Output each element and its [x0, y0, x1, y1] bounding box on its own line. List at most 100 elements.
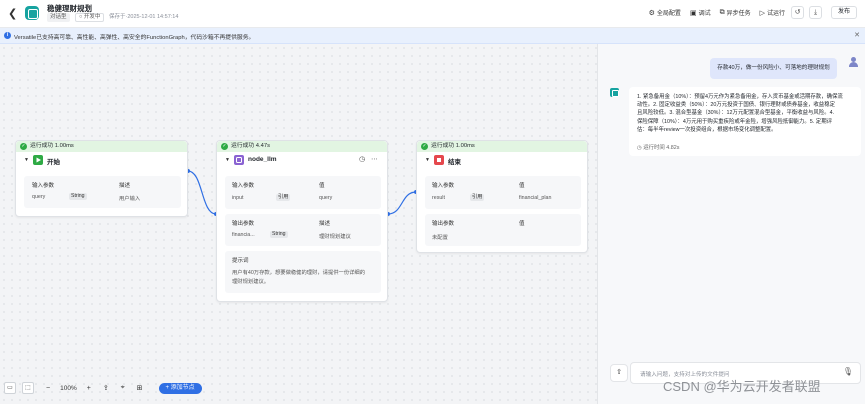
settings-icon: ⚙	[648, 9, 655, 17]
more-icon[interactable]: ⋯	[371, 155, 378, 163]
info-banner: i Versatile已支持高可靠、高性能、高弹性、高安全的FunctionGr…	[0, 28, 865, 44]
output-params-label: 输出参数	[232, 221, 255, 227]
input-param-name: input	[232, 195, 244, 201]
output-type-tag: String	[270, 231, 288, 238]
app-logo-icon	[25, 6, 39, 20]
edit-title-icon[interactable]: ✎	[86, 3, 92, 11]
input-param-value: query	[319, 195, 333, 201]
param-name: query	[32, 194, 46, 200]
value-label: 值	[319, 183, 325, 189]
llm-output-panel: 输出参数 描述 financia... String 理财规划建议	[225, 214, 381, 246]
publish-button[interactable]: 发布	[831, 6, 857, 19]
llm-prompt-panel: 提示词 用户有40万存款，想要做稳健的理财，请提供一份详细的 理财规划建议。	[225, 251, 381, 293]
output-params-label: 输出参数	[432, 221, 455, 227]
end-node-header: ▼ 结束	[417, 152, 587, 169]
end-stop-icon	[434, 155, 444, 165]
collapse-caret-icon[interactable]: ▼	[24, 157, 29, 163]
start-node[interactable]: ✓ 运行成功 1.00ms ▼ 开始 输入参数 描述 query String …	[15, 140, 188, 217]
node-name: node_llm	[248, 156, 277, 163]
node-name: 开始	[47, 159, 60, 166]
type-badge: 对话型	[47, 13, 70, 22]
llm-node[interactable]: ✓ 运行成功 4.47s ▼ node_llm ◷ ⋯ 输入参数 值 input…	[216, 140, 388, 302]
start-node-status: ✓ 运行成功 1.00ms	[16, 141, 187, 152]
async-task-button[interactable]: ⧉ 异步任务	[719, 8, 751, 18]
run-time: ◷ 运行时间 4.82s	[637, 145, 680, 151]
edge-llm-end	[387, 191, 417, 215]
desc-label: 描述	[319, 221, 331, 227]
header-actions: ⚙ 全局配置 ▣ 调试 ⧉ 异步任务 ▷ 试运行	[648, 8, 785, 18]
close-icon[interactable]: ✕	[854, 31, 860, 39]
play-icon: ▷	[759, 9, 765, 17]
zoom-in-icon[interactable]: +	[87, 385, 91, 392]
prompt-text-line1: 用户有40万存款，想要做稳健的理财，请提供一份详细的	[232, 270, 366, 276]
bot-message-line: 1. 紧急备用金（10%）：预留4万元作为紧急备用金，存入货币基金或活期存款，确…	[637, 94, 843, 100]
bot-message-line: 动性。2. 固定收益类（50%）：20万元投资于国债、银行理财或债券基金，收益稳…	[637, 102, 835, 109]
grid-icon[interactable]: ⊞	[137, 384, 143, 392]
zoom-level[interactable]: 100%	[60, 385, 77, 392]
input-params-label: 输入参数	[432, 183, 455, 189]
chat-panel: 存款40万，做一份风险小、可落地的理财规划 1. 紧急备用金（10%）：预留4万…	[597, 44, 865, 404]
bot-message-line: 估：每半年review一次投资组合，根据市场变化调整配置。	[637, 126, 777, 133]
bot-message: 1. 紧急备用金（10%）：预留4万元作为紧急备用金，存入货币基金或活期存款，确…	[629, 87, 861, 156]
end-output-panel: 输出参数 值 未配置	[425, 214, 581, 246]
bot-message-line: 保险保障（10%）：4万元用于购买重疾险或年金险，增强风险抵御能力。5. 定期评	[637, 118, 832, 125]
fit-view-icon[interactable]: ⇪	[103, 384, 109, 392]
watermark: CSDN @华为云开发者联盟	[663, 379, 821, 394]
param-type-tag: String	[69, 193, 87, 200]
debug-button[interactable]: ▣ 调试	[690, 8, 711, 18]
param-desc: 用户输入	[119, 196, 141, 202]
minimap-button[interactable]: ▭	[4, 382, 16, 394]
desc-label: 描述	[119, 183, 131, 189]
auto-layout-icon[interactable]: ⌖	[121, 384, 125, 392]
history-icon[interactable]: ◷	[359, 155, 365, 163]
collapse-caret-icon[interactable]: ▼	[225, 157, 230, 163]
canvas-toolbar: ▭ ⬚ − 100% + ⇪ ⌖ ⊞ + 添加节点	[4, 381, 202, 395]
history-icon: ↺	[794, 9, 801, 16]
llm-input-panel: 输入参数 值 input 引用 query	[225, 176, 381, 209]
user-message: 存款40万，做一份风险小、可落地的理财规划	[710, 58, 837, 79]
bot-message-line: 且风险较低。3. 混合型基金（30%）：12万元配置混合型基金，平衡收益与风险。…	[637, 110, 835, 117]
bot-avatar-icon	[610, 88, 619, 97]
input-param-value: financial_plan	[519, 195, 552, 201]
start-play-icon	[33, 155, 43, 165]
microphone-icon[interactable]: 🎙	[843, 367, 853, 376]
reference-tag: 引用	[276, 194, 291, 201]
banner-text: Versatile已支持高可靠、高性能、高弹性、高安全的FunctionGrap…	[14, 35, 255, 41]
value-label: 值	[519, 221, 525, 227]
success-check-icon: ✓	[421, 143, 428, 150]
start-params-panel: 输入参数 描述 query String 用户输入	[24, 176, 181, 208]
top-header: ❮ 稳健理财规划 ✎ 对话型 ○ 开发中 保存于·2025-12-01 14:5…	[0, 0, 865, 28]
input-param-name: result	[432, 195, 445, 201]
upload-icon: ⇧	[616, 369, 622, 376]
llm-node-status: ✓ 运行成功 4.47s	[217, 141, 387, 152]
input-params-label: 输入参数	[32, 183, 55, 189]
download-icon: ⤓	[813, 9, 818, 16]
minimap-icon: ▭	[7, 385, 13, 391]
dev-status-badge: ○ 开发中	[75, 13, 105, 22]
test-run-button[interactable]: ▷ 试运行	[759, 8, 785, 18]
user-avatar-icon	[849, 57, 858, 67]
edge-start-llm	[187, 170, 217, 215]
end-node[interactable]: ✓ 运行成功 1.00ms ▼ 结束 输入参数 值 result 引用 fina…	[416, 140, 588, 253]
start-node-header: ▼ 开始	[16, 152, 187, 169]
back-arrow-icon[interactable]: ❮	[8, 7, 17, 20]
success-check-icon: ✓	[20, 143, 27, 150]
output-param-name: financia...	[232, 232, 255, 238]
collapse-caret-icon[interactable]: ▼	[425, 157, 430, 163]
output-not-configured: 未配置	[432, 235, 448, 241]
upload-button[interactable]: ⇧	[610, 364, 628, 382]
saved-timestamp: 保存于·2025-12-01 14:57:14	[109, 14, 179, 20]
node-name: 结束	[448, 159, 461, 166]
select-mode-button[interactable]: ⬚	[22, 382, 34, 394]
llm-model-icon	[234, 155, 244, 165]
zoom-out-icon[interactable]: −	[46, 385, 50, 392]
history-button[interactable]: ↺	[791, 6, 804, 19]
info-icon: i	[4, 32, 11, 39]
add-node-button[interactable]: + 添加节点	[158, 382, 202, 394]
input-params-label: 输入参数	[232, 183, 255, 189]
global-config-button[interactable]: ⚙ 全局配置	[648, 8, 681, 18]
async-task-icon: ⧉	[719, 8, 725, 16]
workflow-canvas[interactable]: ✓ 运行成功 1.00ms ▼ 开始 输入参数 描述 query String …	[0, 44, 597, 404]
download-button[interactable]: ⤓	[809, 6, 822, 19]
cursor-icon: ⬚	[25, 385, 31, 391]
